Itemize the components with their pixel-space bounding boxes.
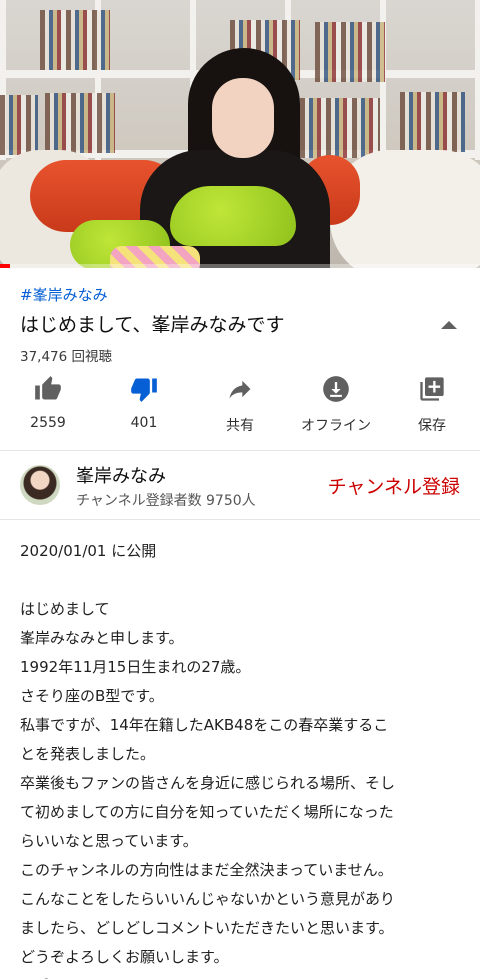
view-count: 37,476 回視聴 bbox=[20, 349, 113, 365]
offline-label: オフライン bbox=[301, 418, 371, 434]
channel-name[interactable]: 峯岸みなみ bbox=[76, 462, 166, 488]
description-line: 私事ですが、14年在籍したAKB48をこの春卒業するこ bbox=[20, 716, 389, 734]
dislike-button[interactable]: 401 bbox=[96, 374, 192, 440]
like-button[interactable]: 2559 bbox=[0, 374, 96, 440]
download-icon bbox=[321, 374, 351, 404]
description-body: はじめまして峯岸みなみと申します。 1992年11月15日生まれの27歳。 さそり座… bbox=[20, 595, 470, 979]
subscriber-count: チャンネル登録者数 9750人 bbox=[76, 493, 256, 509]
description-line: らいいなと思っています。 bbox=[20, 832, 198, 850]
description-line: 峯岸みなみと申します。 bbox=[20, 629, 184, 647]
books-decoration bbox=[300, 98, 380, 158]
description-line: て初めましての方に自分を知っていただく場所になった bbox=[20, 803, 394, 821]
action-bar: 2559 401 共有 オフライン 保存 bbox=[0, 374, 480, 440]
subscribe-button[interactable]: チャンネル登録 bbox=[328, 472, 460, 499]
books-decoration bbox=[45, 93, 115, 153]
description-line: こんなことをしたらいいんじゃないかという意見があり bbox=[20, 890, 396, 908]
books-decoration bbox=[40, 10, 110, 70]
save-playlist-icon bbox=[417, 374, 447, 404]
save-label: 保存 bbox=[418, 418, 446, 434]
description-line: 1992年11月15日生まれの27歳。 bbox=[20, 658, 251, 676]
divider bbox=[0, 450, 480, 451]
offline-download-button[interactable]: オフライン bbox=[288, 374, 384, 440]
share-button[interactable]: 共有 bbox=[192, 374, 288, 440]
description-line: とを発表しました。 bbox=[20, 745, 156, 763]
description-line: さそり座のB型です。 bbox=[20, 687, 164, 705]
description-line: ましたら、どしどしコメントいただきたいと思います。 bbox=[20, 919, 394, 937]
video-progress-bar[interactable] bbox=[0, 264, 480, 268]
divider bbox=[0, 519, 480, 520]
description-line: どうぞよろしくお願いします。 bbox=[20, 948, 229, 966]
chevron-up-icon[interactable] bbox=[438, 318, 460, 332]
video-player[interactable] bbox=[0, 0, 480, 268]
books-decoration bbox=[0, 95, 38, 155]
video-description: 2020/01/01 に公開 はじめまして峯岸みなみと申します。 1992年11月… bbox=[20, 537, 470, 979]
video-title[interactable]: はじめまして、峯岸みなみです bbox=[20, 310, 284, 337]
green-pillow bbox=[170, 186, 296, 246]
thumb-down-icon bbox=[129, 374, 159, 404]
share-label: 共有 bbox=[226, 418, 254, 434]
hashtag-link[interactable]: #峯岸みなみ bbox=[20, 284, 108, 305]
share-icon bbox=[225, 374, 255, 404]
books-decoration bbox=[400, 92, 465, 152]
books-decoration bbox=[315, 22, 385, 82]
person-face bbox=[212, 78, 274, 158]
description-line: このチャンネルの方向性はまだ全然決まっていません。 bbox=[20, 861, 393, 879]
thumb-up-icon bbox=[33, 374, 63, 404]
video-progress-fill bbox=[0, 264, 10, 268]
like-count: 2559 bbox=[30, 415, 66, 431]
description-line: お手柔らかに. . . bbox=[20, 972, 470, 979]
description-line: はじめまして bbox=[20, 600, 110, 618]
channel-avatar[interactable] bbox=[20, 465, 60, 505]
save-button[interactable]: 保存 bbox=[384, 374, 480, 440]
description-line: 卒業後もファンの皆さんを身近に感じられる場所、そし bbox=[20, 774, 396, 792]
publish-date: 2020/01/01 に公開 bbox=[20, 542, 157, 560]
dislike-count: 401 bbox=[130, 415, 158, 431]
